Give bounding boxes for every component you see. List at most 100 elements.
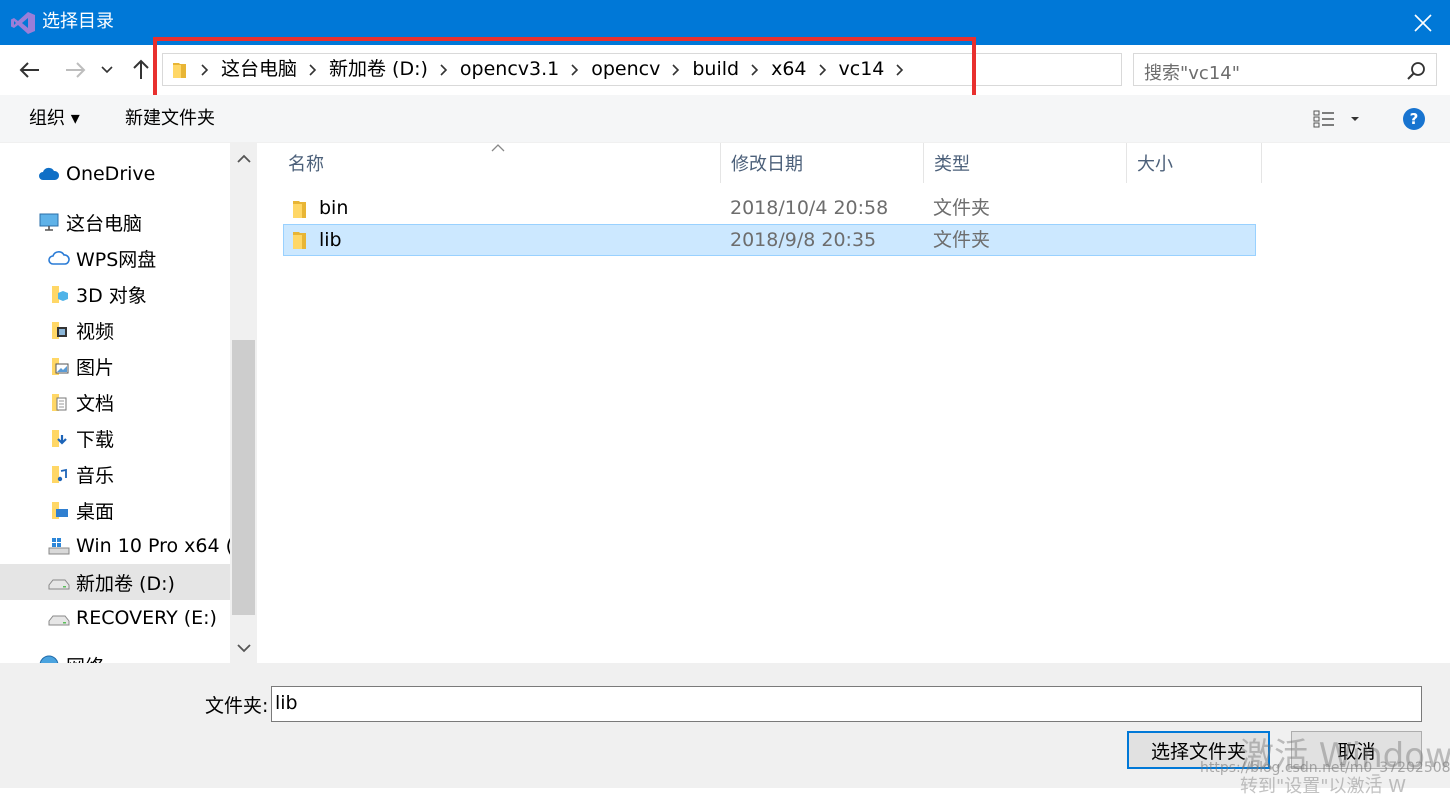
folder-icon: [293, 232, 306, 249]
sidebar-item-label: 3D 对象: [76, 284, 147, 307]
folder-pictures-icon: [52, 358, 69, 375]
file-modified: 2018/9/8 20:35: [730, 229, 877, 251]
folder-music-icon: [52, 466, 67, 483]
address-bar[interactable]: 这台电脑 新加卷 (D:) opencv3.1 opencv build x64…: [162, 53, 1277, 86]
chevron-down-icon: [236, 643, 251, 652]
file-name: bin: [319, 197, 349, 219]
sidebar-item-wps-drive[interactable]: WPS网盘: [0, 240, 230, 276]
select-folder-button[interactable]: 选择文件夹: [1127, 731, 1270, 769]
search-icon[interactable]: [1406, 60, 1428, 82]
chevron-up-icon: [236, 154, 251, 163]
column-header-type[interactable]: 类型: [924, 143, 1127, 183]
chevron-right-icon[interactable]: [890, 63, 910, 76]
sidebar-item-3d-objects[interactable]: 3D 对象: [0, 276, 230, 312]
sidebar-item-drive-c[interactable]: Win 10 Pro x64 (C: [0, 528, 230, 564]
file-list: 名称 修改日期 类型 大小 bin 2018/10/4 20:58 文件夹 li…: [258, 143, 1450, 663]
sidebar-item-videos[interactable]: 视频: [0, 312, 230, 348]
sidebar-item-label: Win 10 Pro x64 (C: [76, 535, 230, 557]
folder-downloads-icon: [52, 430, 67, 447]
search-box[interactable]: 搜索"vc14": [1133, 53, 1437, 86]
chevron-right-icon[interactable]: [434, 63, 454, 76]
back-button[interactable]: [17, 57, 43, 83]
folder-3d-icon: [52, 286, 68, 303]
sidebar-item-label: OneDrive: [66, 163, 156, 185]
visual-studio-icon: [11, 12, 35, 34]
sidebar-item-label: 网络: [66, 652, 104, 664]
crumb-x64[interactable]: x64: [765, 54, 812, 85]
column-header-size[interactable]: 大小: [1127, 143, 1262, 183]
help-button[interactable]: ?: [1402, 107, 1426, 131]
crumb-drive-d[interactable]: 新加卷 (D:): [323, 54, 434, 85]
crumb-vc14[interactable]: vc14: [833, 54, 891, 85]
view-options-button[interactable]: [1313, 107, 1361, 131]
scrollbar-thumb[interactable]: [232, 340, 255, 615]
sidebar-item-label: 视频: [76, 320, 115, 343]
scroll-down-button[interactable]: [230, 633, 257, 663]
sidebar-item-documents[interactable]: 文档: [0, 384, 230, 420]
chevron-right-icon[interactable]: [745, 63, 765, 76]
sidebar-item-music[interactable]: 音乐: [0, 456, 230, 492]
drive-icon: [48, 615, 70, 626]
crumb-build[interactable]: build: [686, 54, 745, 85]
arrow-up-icon: [133, 59, 149, 79]
drive-windows-icon: [48, 538, 70, 555]
help-icon: ?: [1403, 108, 1425, 130]
network-icon: [39, 655, 59, 663]
folder-documents-icon: [52, 394, 67, 411]
sidebar-item-drive-d[interactable]: 新加卷 (D:): [0, 564, 230, 600]
column-header-name[interactable]: 名称: [278, 143, 721, 183]
up-button[interactable]: [128, 57, 154, 83]
sidebar-item-label: 文档: [76, 392, 115, 415]
forward-button[interactable]: [62, 57, 88, 83]
sidebar-item-label: 音乐: [76, 464, 115, 487]
chevron-right-icon[interactable]: [813, 63, 833, 76]
cloud-icon: [39, 167, 60, 180]
new-folder-button[interactable]: 新建文件夹: [125, 108, 215, 130]
file-type: 文件夹: [933, 229, 991, 251]
sidebar-item-label: RECOVERY (E:): [76, 607, 217, 629]
column-header-modified[interactable]: 修改日期: [721, 143, 924, 183]
chevron-right-icon[interactable]: [195, 63, 215, 76]
dialog-footer: 文件夹: lib 选择文件夹 取消: [0, 663, 1450, 788]
title-bar: 选择目录: [0, 0, 1450, 45]
file-row-lib[interactable]: lib 2018/9/8 20:35 文件夹: [283, 224, 1256, 256]
computer-icon: [39, 213, 59, 231]
window-title: 选择目录: [42, 11, 114, 32]
navigation-pane: OneDrive 这台电脑 WPS网盘 3D 对象 视频 图片 文档 下载 音乐…: [0, 143, 258, 663]
cancel-button[interactable]: 取消: [1291, 731, 1422, 769]
file-name: lib: [319, 229, 342, 251]
scroll-up-button[interactable]: [230, 143, 257, 173]
file-type: 文件夹: [933, 197, 991, 219]
sidebar-scrollbar[interactable]: [230, 143, 257, 663]
recent-locations-button[interactable]: [96, 57, 118, 83]
sidebar-item-drive-e[interactable]: RECOVERY (E:): [0, 600, 230, 636]
crumb-opencv31[interactable]: opencv3.1: [454, 54, 565, 85]
folder-icon: [165, 60, 195, 80]
crumb-this-pc[interactable]: 这台电脑: [215, 54, 303, 85]
sidebar-item-label: 下载: [76, 428, 115, 451]
svg-text:?: ?: [1410, 110, 1419, 128]
folder-desktop-icon: [52, 502, 68, 519]
sidebar-item-this-pc[interactable]: 这台电脑: [0, 204, 230, 240]
chevron-right-icon[interactable]: [565, 63, 585, 76]
folder-name-input[interactable]: lib: [271, 686, 1422, 722]
crumb-opencv[interactable]: opencv: [585, 54, 666, 85]
file-row-bin[interactable]: bin 2018/10/4 20:58 文件夹: [283, 193, 1256, 225]
search-input[interactable]: 搜索"vc14": [1144, 59, 1240, 85]
folder-icon: [293, 201, 306, 218]
caret-down-icon: [1351, 117, 1359, 121]
sidebar-item-label: WPS网盘: [76, 248, 157, 271]
breadcrumb: 这台电脑 新加卷 (D:) opencv3.1 opencv build x64…: [163, 54, 910, 85]
folder-video-icon: [52, 322, 67, 339]
sidebar-item-desktop[interactable]: 桌面: [0, 492, 230, 528]
sidebar-item-label: 图片: [76, 356, 115, 379]
sidebar-item-pictures[interactable]: 图片: [0, 348, 230, 384]
sidebar-item-network[interactable]: 网络: [0, 647, 230, 663]
sidebar-item-onedrive[interactable]: OneDrive: [0, 156, 230, 192]
sidebar-item-downloads[interactable]: 下载: [0, 420, 230, 456]
close-button[interactable]: [1396, 0, 1450, 45]
chevron-right-icon[interactable]: [666, 63, 686, 76]
organize-menu-button[interactable]: 组织 ▾: [29, 108, 80, 130]
sidebar-item-label: 新加卷 (D:): [76, 572, 175, 595]
chevron-right-icon[interactable]: [303, 63, 323, 76]
